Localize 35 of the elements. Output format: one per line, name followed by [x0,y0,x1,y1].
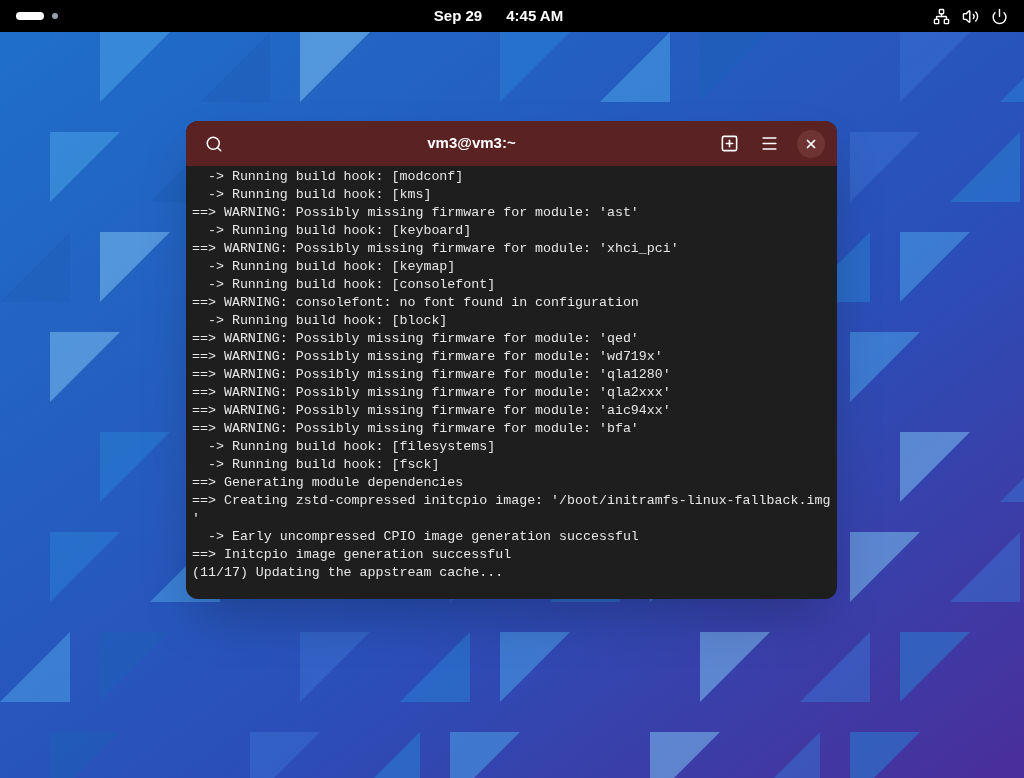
terminal-line: -> Running build hook: [modconf] [206,168,464,186]
terminal-line: ==> WARNING: Possibly missing firmware for module: 'qla1280' [192,366,671,384]
terminal-line: ==> WARNING: Possibly missing firmware for module: 'ast' [192,204,639,222]
terminal-line: ==> WARNING: Possibly missing firmware for module: 'xhci_pci' [192,240,679,258]
volume-icon[interactable] [962,7,979,25]
terminal-line: ' [192,510,200,528]
terminal-line: ==> Creating zstd-compressed initcpio image: '/boot/initramfs-linux-fallback.img [192,492,831,510]
workspace-indicator-icon [52,13,58,19]
terminal-line: -> Running build hook: [block] [206,312,448,330]
terminal-line: -> Running build hook: [fsck] [206,456,440,474]
plus-square-icon [719,134,739,153]
terminal-line: -> Running build hook: [keymap] [206,258,456,276]
power-icon[interactable] [991,7,1008,25]
terminal-line: ==> WARNING: Possibly missing firmware for module: 'qla2xxx' [192,384,671,402]
terminal-line: ==> WARNING: Possibly missing firmware for module: 'aic94xx' [192,402,671,420]
search-icon [205,134,223,153]
date-text[interactable]: Sep 29 [433,4,483,28]
terminal-line: -> Running build hook: [keyboard] [206,222,472,240]
terminal-line: ==> WARNING: Possibly missing firmware for module: 'bfa' [192,420,639,438]
terminal-line: ==> WARNING: Possibly missing firmware for module: 'wd719x' [192,348,663,366]
workspace-indicator-icon [16,12,44,20]
menu-icon [759,134,779,153]
terminal-line: ==> WARNING: Possibly missing firmware for module: 'qed' [192,330,639,348]
close-button[interactable] [797,129,825,158]
terminal-line: -> Running build hook: [filesystems] [206,438,496,456]
terminal-line: ==> WARNING: consolefont: no font found in configuration [192,294,639,312]
network-icon[interactable] [933,7,950,25]
terminal-line: -> Running build hook: [kms] [206,186,432,204]
terminal-line: ==> Initcpio image generation successful [192,546,512,564]
terminal-line: -> Running build hook: [consolefont] [206,276,496,294]
terminal-line: ==> Generating module dependencies [192,474,464,492]
terminal-line: -> Early uncompressed CPIO image generation successful [206,528,639,546]
clock-text[interactable]: 4:45 AM [506,4,564,28]
terminal-line: (11/17) Updating the appstream cache... [192,564,504,582]
window-title: vm3@vm3:~ [426,133,517,154]
